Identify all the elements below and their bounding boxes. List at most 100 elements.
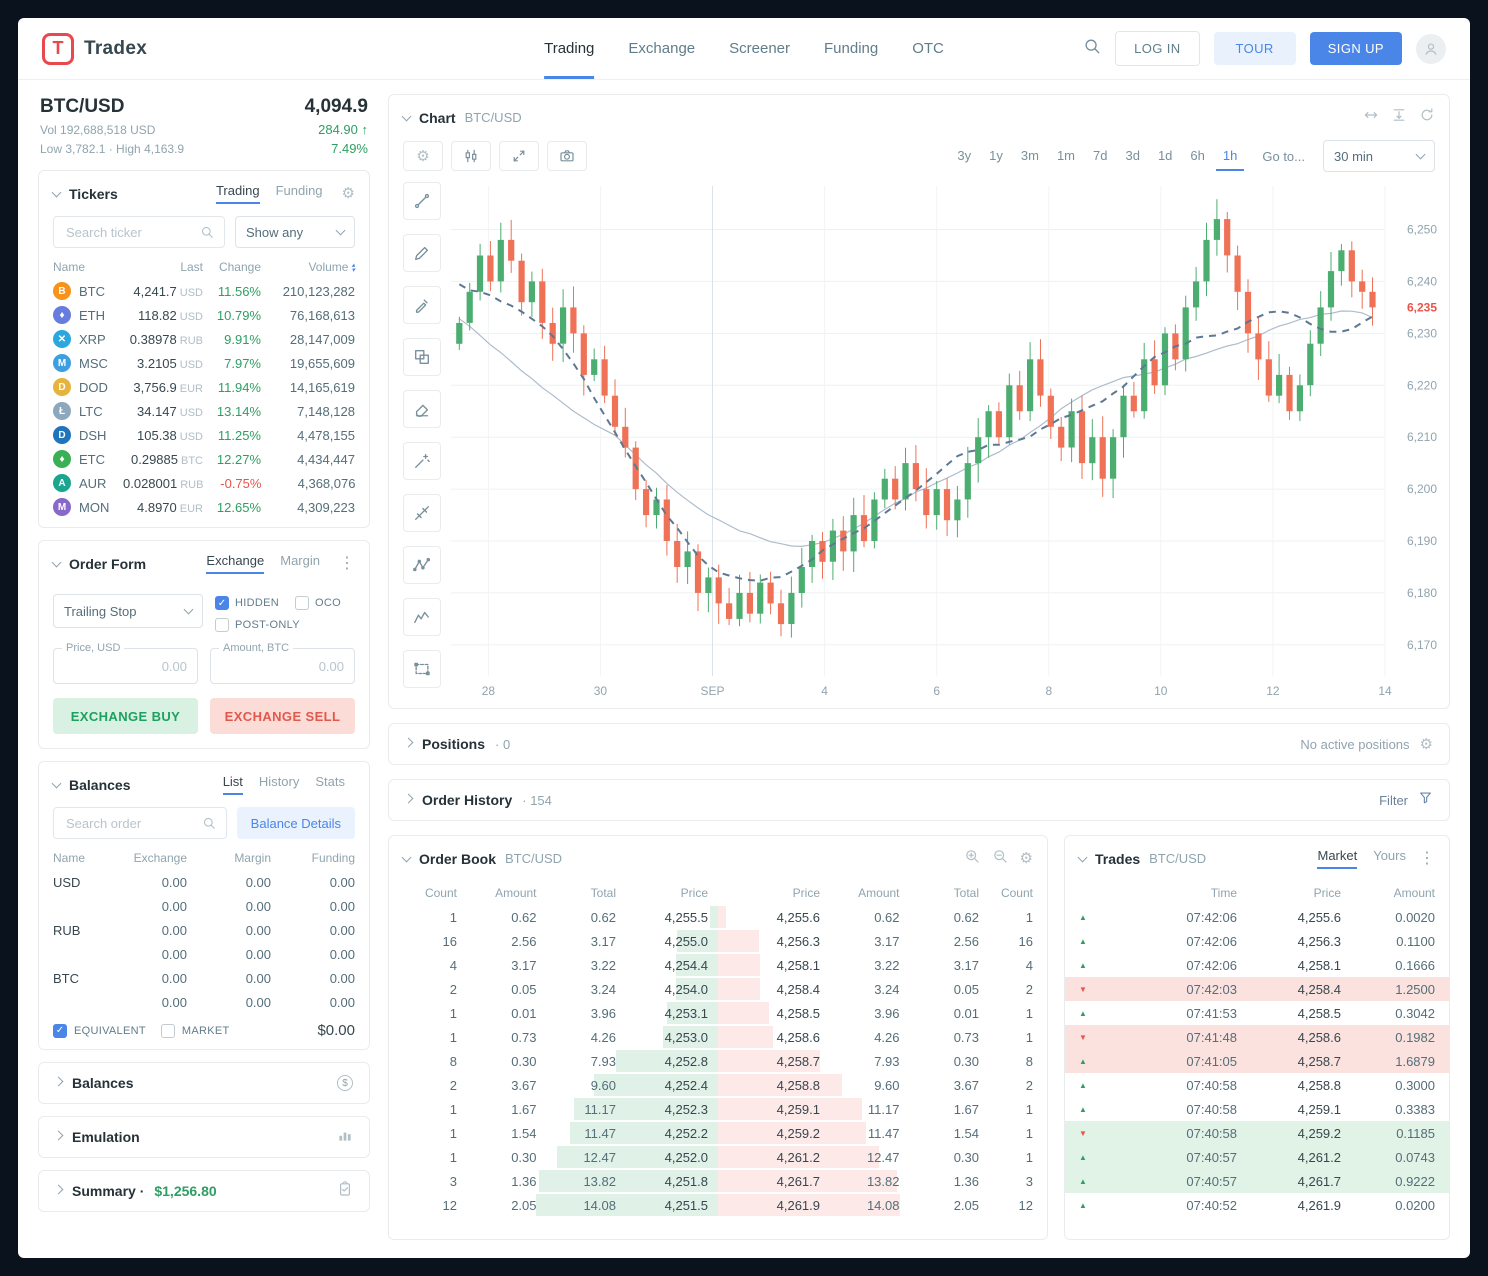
ticker-row-dsh[interactable]: D DSH 105.38USD 11.25% 4,478,155 xyxy=(39,423,369,447)
ticker-row-dod[interactable]: D DOD 3,756.9EUR 11.94% 14,165,619 xyxy=(39,375,369,399)
marker-icon[interactable] xyxy=(403,286,441,324)
trade-row[interactable]: ▲ 07:42:064,255.60.0020 xyxy=(1065,905,1449,929)
tab-margin[interactable]: Margin xyxy=(280,553,320,574)
xabcd-pattern-icon[interactable] xyxy=(403,546,441,584)
collapse-chevron-icon[interactable] xyxy=(1078,852,1088,862)
collapse-chevron-icon[interactable] xyxy=(402,111,412,121)
balance-row[interactable]: 0.000.000.00 xyxy=(39,990,369,1014)
timeframe-1h[interactable]: 1h xyxy=(1216,142,1244,171)
tab-funding[interactable]: Funding xyxy=(276,183,323,204)
balances-collapsed-panel[interactable]: Balances $ xyxy=(38,1062,370,1104)
login-button[interactable]: LOG IN xyxy=(1115,31,1199,66)
order-book-bid-row[interactable]: 162.563.174,255.0 xyxy=(393,929,718,953)
collapse-chevron-icon[interactable] xyxy=(402,852,412,862)
expand-chevron-icon[interactable] xyxy=(404,738,414,748)
positions-settings-gear-icon[interactable]: ⚙ xyxy=(1420,737,1433,752)
price-input[interactable] xyxy=(54,649,197,683)
order-book-bid-row[interactable]: 23.679.604,252.4 xyxy=(393,1073,718,1097)
order-book-ask-row[interactable]: 4,259.211.471.541 xyxy=(718,1121,1043,1145)
timeframe-3y[interactable]: 3y xyxy=(950,142,978,171)
magic-wand-icon[interactable] xyxy=(403,442,441,480)
more-options-icon[interactable]: ⋮ xyxy=(1419,851,1435,867)
trade-row[interactable]: ▼ 07:40:584,259.20.1185 xyxy=(1065,1121,1449,1145)
market-checkbox[interactable]: ✓ xyxy=(161,1024,175,1038)
balance-row[interactable]: BTC 0.000.000.00 xyxy=(39,966,369,990)
balance-row[interactable]: USD 0.000.000.00 xyxy=(39,870,369,894)
tab-exchange[interactable]: Exchange xyxy=(206,553,264,574)
order-book-bid-row[interactable]: 20.053.244,254.0 xyxy=(393,977,718,1001)
ticker-row-xrp[interactable]: ✕ XRP 0.38978RUB 9.91% 28,147,009 xyxy=(39,327,369,351)
order-book-ask-row[interactable]: 4,256.33.172.5616 xyxy=(718,929,1043,953)
order-book-bid-row[interactable]: 10.013.964,253.1 xyxy=(393,1001,718,1025)
chart-settings-gear-icon[interactable]: ⚙ xyxy=(403,141,443,171)
goto-link[interactable]: Go to... xyxy=(1262,149,1305,164)
order-book-bid-row[interactable]: 11.6711.174,252.3 xyxy=(393,1097,718,1121)
ticker-search-input[interactable] xyxy=(64,224,192,241)
positions-panel[interactable]: Positions · 0 No active positions ⚙ xyxy=(388,723,1450,765)
hidden-checkbox[interactable]: ✓ xyxy=(215,596,229,610)
tab-yours[interactable]: Yours xyxy=(1373,848,1406,869)
trade-row[interactable]: ▲ 07:40:584,258.80.3000 xyxy=(1065,1073,1449,1097)
order-book-bid-row[interactable]: 43.173.224,254.4 xyxy=(393,953,718,977)
order-book-ask-row[interactable]: 4,258.64.260.731 xyxy=(718,1025,1043,1049)
emulation-panel[interactable]: Emulation xyxy=(38,1116,370,1158)
trade-row[interactable]: ▲ 07:41:534,258.50.3042 xyxy=(1065,1001,1449,1025)
zoom-in-icon[interactable] xyxy=(964,848,980,869)
trade-row[interactable]: ▼ 07:41:484,258.60.1982 xyxy=(1065,1025,1449,1049)
ticker-row-aur[interactable]: A AUR 0.028001RUB -0.75% 4,368,076 xyxy=(39,471,369,495)
nav-tab-otc[interactable]: OTC xyxy=(912,18,944,79)
nav-tab-funding[interactable]: Funding xyxy=(824,18,878,79)
exchange-buy-button[interactable]: EXCHANGE BUY xyxy=(53,698,198,734)
order-history-panel[interactable]: Order History · 154 Filter xyxy=(388,779,1450,821)
order-book-bid-row[interactable]: 10.734.264,253.0 xyxy=(393,1025,718,1049)
trade-row[interactable]: ▼ 07:42:034,258.41.2500 xyxy=(1065,977,1449,1001)
balance-row[interactable]: 0.000.000.00 xyxy=(39,942,369,966)
tab-list[interactable]: List xyxy=(223,774,243,795)
collapse-chevron-icon[interactable] xyxy=(52,187,62,197)
timeframe-3d[interactable]: 3d xyxy=(1118,142,1146,171)
timeframe-1y[interactable]: 1y xyxy=(982,142,1010,171)
order-book-ask-row[interactable]: 4,258.53.960.011 xyxy=(718,1001,1043,1025)
order-book-bid-row[interactable]: 122.0514.084,251.5 xyxy=(393,1193,718,1217)
trade-row[interactable]: ▲ 07:41:054,258.71.6879 xyxy=(1065,1049,1449,1073)
trade-row[interactable]: ▲ 07:42:064,258.10.1666 xyxy=(1065,953,1449,977)
balance-details-button[interactable]: Balance Details xyxy=(237,807,355,839)
trade-row[interactable]: ▲ 07:40:574,261.70.9222 xyxy=(1065,1169,1449,1193)
balance-row[interactable]: RUB 0.000.000.00 xyxy=(39,918,369,942)
filter-link[interactable]: Filter xyxy=(1379,793,1408,808)
order-book-ask-row[interactable]: 4,261.914.082.0512 xyxy=(718,1193,1043,1217)
order-book-bid-row[interactable]: 80.307.934,252.8 xyxy=(393,1049,718,1073)
timeframe-1d[interactable]: 1d xyxy=(1151,142,1179,171)
pen-icon[interactable] xyxy=(403,234,441,272)
avatar[interactable] xyxy=(1416,34,1446,64)
oco-checkbox[interactable]: ✓ xyxy=(295,596,309,610)
timeframe-1m[interactable]: 1m xyxy=(1050,142,1082,171)
order-book-ask-row[interactable]: 4,261.713.821.363 xyxy=(718,1169,1043,1193)
nav-tab-screener[interactable]: Screener xyxy=(729,18,790,79)
order-type-select[interactable]: Trailing Stop xyxy=(53,594,203,628)
trend-line-icon[interactable] xyxy=(403,182,441,220)
ticker-row-msc[interactable]: M MSC 3.2105USD 7.97% 19,655,609 xyxy=(39,351,369,375)
nav-tab-exchange[interactable]: Exchange xyxy=(628,18,695,79)
ticker-row-etc[interactable]: ♦ ETC 0.29885BTC 12.27% 4,434,447 xyxy=(39,447,369,471)
interval-select[interactable]: 30 min xyxy=(1323,140,1435,172)
order-book-ask-row[interactable]: 4,258.13.223.174 xyxy=(718,953,1043,977)
amount-input[interactable] xyxy=(211,649,354,683)
order-book-bid-row[interactable]: 10.620.624,255.5 xyxy=(393,905,718,929)
tour-button[interactable]: TOUR xyxy=(1214,32,1296,65)
expand-chevron-icon[interactable] xyxy=(54,1185,64,1195)
expand-chevron-icon[interactable] xyxy=(54,1077,64,1087)
elliott-wave-icon[interactable] xyxy=(403,598,441,636)
expand-chevron-icon[interactable] xyxy=(54,1131,64,1141)
balance-row[interactable]: 0.000.000.00 xyxy=(39,894,369,918)
eraser-icon[interactable] xyxy=(403,390,441,428)
sort-icon[interactable]: ▴▾ xyxy=(351,263,355,273)
trade-row[interactable]: ▲ 07:40:584,259.10.3383 xyxy=(1065,1097,1449,1121)
trade-row[interactable]: ▲ 07:40:524,261.90.0200 xyxy=(1065,1193,1449,1217)
scale-vertical-icon[interactable] xyxy=(1391,107,1407,128)
tab-history[interactable]: History xyxy=(259,774,299,795)
brand[interactable]: T Tradex xyxy=(42,33,147,65)
tab-market[interactable]: Market xyxy=(1317,848,1357,869)
nav-tab-trading[interactable]: Trading xyxy=(544,18,594,79)
timeframe-7d[interactable]: 7d xyxy=(1086,142,1114,171)
